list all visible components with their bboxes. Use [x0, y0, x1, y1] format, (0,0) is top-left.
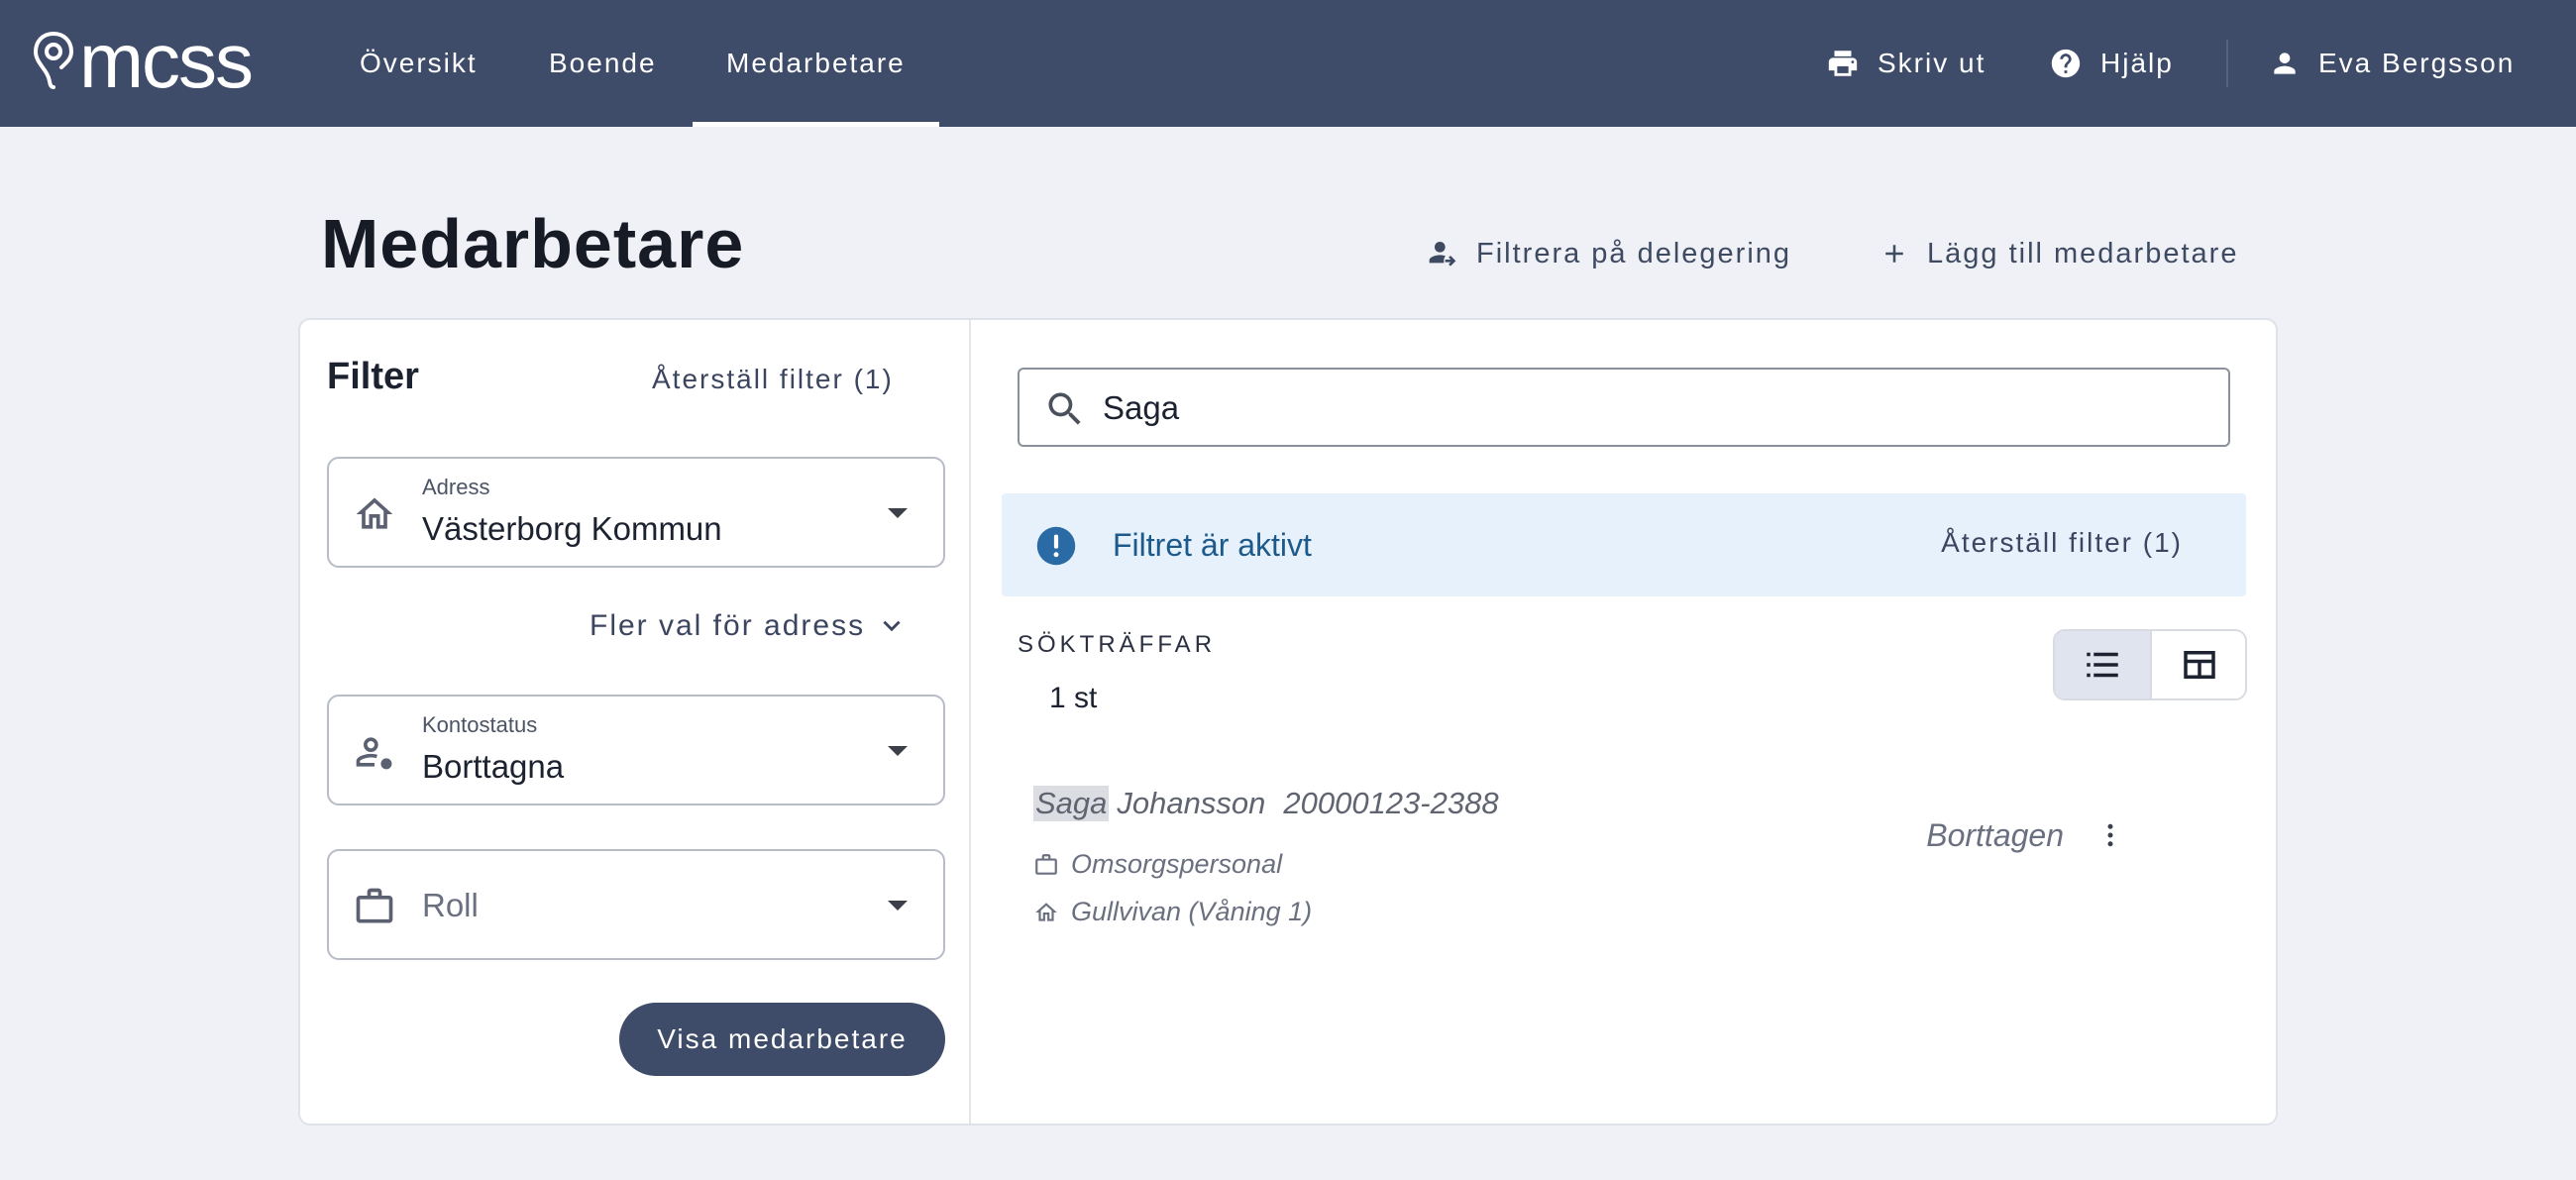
- table-view-icon: [2184, 651, 2215, 679]
- address-label: Adress: [422, 475, 490, 499]
- top-navigation-bar: mcss Översikt Boende Medarbetare Skriv u…: [0, 0, 2576, 127]
- briefcase-icon: [1035, 853, 1057, 875]
- account-status-select[interactable]: Kontostatus Borttagna: [327, 695, 945, 805]
- user-menu-button[interactable]: Eva Bergsson: [2269, 0, 2515, 127]
- dropdown-caret-icon: [888, 746, 908, 756]
- employees-card: Filter Återställ filter (1) Adress Väste…: [298, 318, 2278, 1126]
- search-hits-count: 1 st: [1049, 682, 1098, 714]
- add-employee-label: Lägg till medarbetare: [1927, 237, 2239, 269]
- view-toggle: [2053, 629, 2247, 700]
- account-status-value: Borttagna: [422, 748, 565, 785]
- briefcase-icon: [356, 888, 393, 923]
- employee-last-name: Johansson: [1117, 786, 1266, 820]
- page-title: Medarbetare: [321, 205, 745, 282]
- help-icon: [2051, 49, 2081, 78]
- table-view-button[interactable]: [2152, 631, 2245, 698]
- alert-text: Filtret är aktivt: [1113, 527, 1312, 563]
- address-value: Västerborg Kommun: [422, 510, 722, 547]
- personal-number: 20000123-2388: [1283, 786, 1499, 820]
- print-button[interactable]: Skriv ut: [1826, 0, 1986, 127]
- printer-icon: [1828, 51, 1858, 76]
- logo-text: mcss: [79, 17, 254, 104]
- dropdown-caret-icon: [888, 508, 908, 518]
- show-employees-button[interactable]: Visa medarbetare: [619, 1003, 945, 1076]
- status-badge: Borttagen: [1926, 817, 2064, 853]
- more-address-options-link[interactable]: Fler val för adress: [590, 609, 905, 643]
- search-icon: [1048, 392, 1081, 425]
- employee-location: Gullvivan (Våning 1): [1033, 897, 1312, 927]
- role-text: Omsorgspersonal: [1071, 849, 1283, 879]
- user-icon: [2274, 53, 2296, 74]
- account-status-label: Kontostatus: [422, 712, 538, 737]
- employee-name[interactable]: Saga Johansson 20000123-2388: [1033, 786, 1499, 821]
- search-input[interactable]: Saga: [1103, 389, 1179, 427]
- print-label: Skriv ut: [1878, 48, 1986, 78]
- chevron-down-icon: [883, 620, 901, 632]
- panel-divider: [969, 320, 971, 1124]
- role-select[interactable]: Roll: [327, 849, 945, 960]
- list-view-icon: [2087, 652, 2118, 678]
- more-vertical-icon: [2107, 823, 2113, 847]
- filter-delegation-label: Filtrera på delegering: [1476, 237, 1792, 269]
- user-name: Eva Bergsson: [2318, 48, 2516, 78]
- more-address-label: Fler val för adress: [590, 609, 866, 642]
- nav-boende[interactable]: Boende: [549, 0, 657, 127]
- list-item[interactable]: Saga Johansson 20000123-2388 Omsorgspers…: [1033, 786, 2222, 954]
- search-hits-label: SÖKTRÄFFAR: [1018, 631, 1217, 658]
- mcss-logo[interactable]: mcss: [32, 17, 254, 104]
- dropdown-caret-icon: [888, 901, 908, 911]
- reset-filter-link[interactable]: Återställ filter (1): [652, 364, 894, 395]
- name-search-match: Saga: [1033, 786, 1110, 821]
- plus-icon: [1885, 245, 1903, 263]
- active-filter-alert: Filtret är aktivt Återställ filter (1): [1002, 493, 2246, 596]
- search-field[interactable]: Saga: [1018, 368, 2230, 447]
- more-options-button[interactable]: [2095, 815, 2125, 855]
- nav-oversikt[interactable]: Översikt: [360, 0, 478, 127]
- info-icon: [1036, 526, 1076, 566]
- location-pin-logo-icon: [33, 32, 74, 89]
- nav-medarbetare[interactable]: Medarbetare: [693, 0, 939, 127]
- filter-delegation-button[interactable]: Filtrera på delegering: [1427, 228, 1791, 279]
- add-employee-button[interactable]: Lägg till medarbetare: [1879, 228, 2238, 279]
- topbar-divider: [2226, 40, 2228, 87]
- employee-role: Omsorgspersonal: [1033, 849, 1282, 880]
- address-select[interactable]: Adress Västerborg Kommun: [327, 457, 945, 568]
- help-label: Hjälp: [2100, 48, 2174, 78]
- help-button[interactable]: Hjälp: [2049, 0, 2174, 127]
- alert-reset-filter-link[interactable]: Återställ filter (1): [1941, 527, 2183, 559]
- home-icon: [356, 497, 393, 529]
- home-icon: [1035, 902, 1057, 921]
- person-status-icon: [356, 737, 392, 770]
- person-delegation-icon: [1429, 242, 1456, 267]
- filter-title: Filter: [327, 356, 419, 397]
- location-text: Gullvivan (Våning 1): [1071, 897, 1313, 926]
- list-view-button[interactable]: [2055, 631, 2150, 698]
- role-placeholder: Roll: [422, 887, 479, 923]
